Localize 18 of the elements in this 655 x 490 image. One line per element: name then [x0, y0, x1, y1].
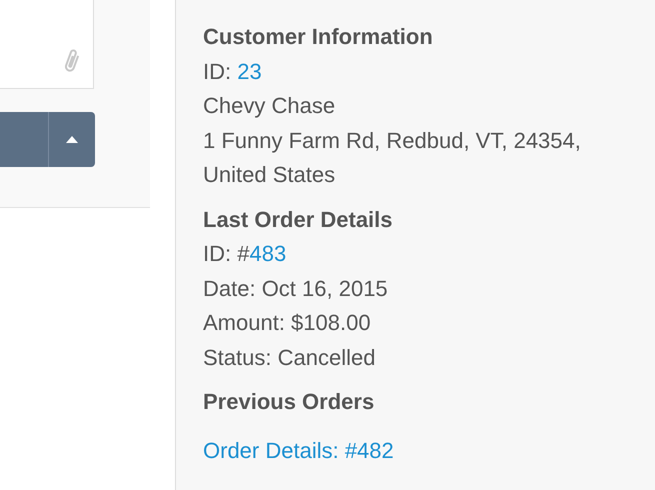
- detail-text: Amount: $108.00: [203, 309, 372, 337]
- detail-text: Status: Cancelled: [203, 344, 376, 372]
- section-title: Previous Orders: [203, 388, 376, 416]
- detail-link[interactable]: Order Details: #482: [203, 438, 394, 462]
- paperclip-icon[interactable]: [65, 48, 79, 74]
- message-field[interactable]: [0, 0, 94, 89]
- detail-link[interactable]: 483: [249, 241, 286, 266]
- detail-text: Date: Oct 16, 2015: [203, 274, 389, 302]
- detail-label: ID:: [203, 58, 232, 84]
- detail-label: ID: #: [203, 241, 250, 266]
- detail-text: Chevy Chase: [203, 92, 336, 120]
- dropdown-button[interactable]: [49, 112, 95, 167]
- section-title: Customer Information: [203, 23, 434, 51]
- detail-text: 1 Funny Farm Rd, Redbud, VT, 24354, United States: [203, 126, 582, 189]
- send-button[interactable]: [0, 112, 49, 167]
- caret-up-icon: [66, 136, 78, 143]
- detail-link[interactable]: 23: [237, 58, 262, 84]
- section-title: Last Order Details: [203, 206, 394, 234]
